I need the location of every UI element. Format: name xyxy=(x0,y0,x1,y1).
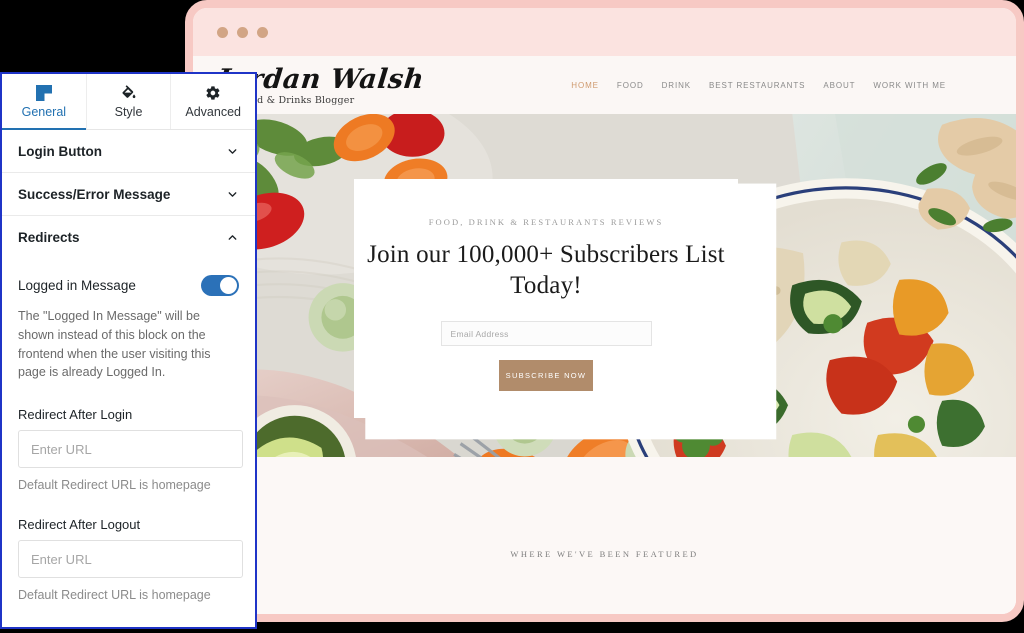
browser-chrome xyxy=(193,8,1016,56)
redirect-after-logout-input[interactable] xyxy=(18,540,243,578)
email-input[interactable] xyxy=(440,321,652,346)
nav-item-drink[interactable]: DRINK xyxy=(662,81,691,90)
screenshot-stage: Jordan Walsh Food & Drinks Blogger HOME … xyxy=(0,0,1024,633)
logged-in-message-toggle[interactable] xyxy=(201,274,239,296)
window-dot-minimize-icon[interactable] xyxy=(237,26,248,38)
logo-tagline: Food & Drinks Blogger xyxy=(239,95,355,107)
section-success-error-message-title: Success/Error Message xyxy=(18,186,171,202)
nav-item-work-with-me[interactable]: WORK WITH ME xyxy=(873,81,946,90)
tab-advanced[interactable]: Advanced xyxy=(171,74,255,129)
chevron-down-icon xyxy=(225,187,239,201)
redirect-after-login-hint: Default Redirect URL is homepage xyxy=(18,478,211,492)
redirects-content: Logged in Message The "Logged In Message… xyxy=(2,259,255,602)
section-success-error-message[interactable]: Success/Error Message xyxy=(2,173,255,216)
block-settings-panel: General Style Advanced Login Button Succ… xyxy=(0,72,257,629)
logged-in-message-row: Logged in Message xyxy=(18,269,239,301)
logged-in-message-help: The "Logged In Message" will be shown in… xyxy=(18,309,211,380)
nav-item-about[interactable]: ABOUT xyxy=(823,81,855,90)
featured-heading: WHERE WE'VE BEEN FEATURED xyxy=(510,548,699,559)
redirect-after-logout-label: Redirect After Logout xyxy=(18,517,141,532)
gear-icon xyxy=(205,84,221,101)
chevron-up-icon xyxy=(225,231,239,245)
tab-general[interactable]: General xyxy=(2,74,87,130)
subscribe-card: FOOD, DRINK & RESTAURANTS REVIEWS Join o… xyxy=(354,179,738,418)
cta-title: Join our 100,000+ Subscribers List Today… xyxy=(367,241,725,299)
logged-in-message-label: Logged in Message xyxy=(18,277,136,293)
browser-window: Jordan Walsh Food & Drinks Blogger HOME … xyxy=(185,0,1024,622)
window-controls xyxy=(217,26,268,38)
subscribe-now-button[interactable]: SUBSCRIBE NOW xyxy=(499,360,593,391)
cta-eyebrow: FOOD, DRINK & RESTAURANTS REVIEWS xyxy=(428,217,664,227)
panel-body: Login Button Success/Error Message Redir… xyxy=(2,130,255,627)
featured-section: WHERE WE'VE BEEN FEATURED xyxy=(193,457,1016,614)
window-dot-maximize-icon[interactable] xyxy=(257,26,268,38)
redirect-after-logout-hint: Default Redirect URL is homepage xyxy=(18,588,211,602)
section-login-button[interactable]: Login Button xyxy=(2,130,255,173)
website-preview: Jordan Walsh Food & Drinks Blogger HOME … xyxy=(193,56,1016,614)
site-header: Jordan Walsh Food & Drinks Blogger HOME … xyxy=(193,56,1016,114)
block-icon xyxy=(35,84,52,101)
tab-general-label: General xyxy=(21,105,67,119)
section-redirects[interactable]: Redirects xyxy=(2,216,255,259)
section-redirects-title: Redirects xyxy=(18,230,80,245)
redirect-after-login-input[interactable] xyxy=(18,430,243,468)
hero-section: FOOD, DRINK & RESTAURANTS REVIEWS Join o… xyxy=(193,114,1016,457)
nav-item-food[interactable]: FOOD xyxy=(617,81,644,90)
tab-style[interactable]: Style xyxy=(87,74,172,129)
tab-style-label: Style xyxy=(114,105,143,119)
site-nav: HOME FOOD DRINK BEST RESTAURANTS ABOUT W… xyxy=(571,81,994,90)
section-login-button-title: Login Button xyxy=(18,143,102,159)
paint-bucket-icon xyxy=(120,84,137,101)
nav-item-best-restaurants[interactable]: BEST RESTAURANTS xyxy=(709,81,805,90)
panel-tabs: General Style Advanced xyxy=(2,74,255,130)
redirect-after-login-label: Redirect After Login xyxy=(18,407,133,422)
tab-advanced-label: Advanced xyxy=(185,105,241,119)
nav-item-home[interactable]: HOME xyxy=(571,81,599,90)
chevron-down-icon xyxy=(225,144,239,158)
window-dot-close-icon[interactable] xyxy=(217,26,228,38)
toggle-knob xyxy=(220,276,237,294)
